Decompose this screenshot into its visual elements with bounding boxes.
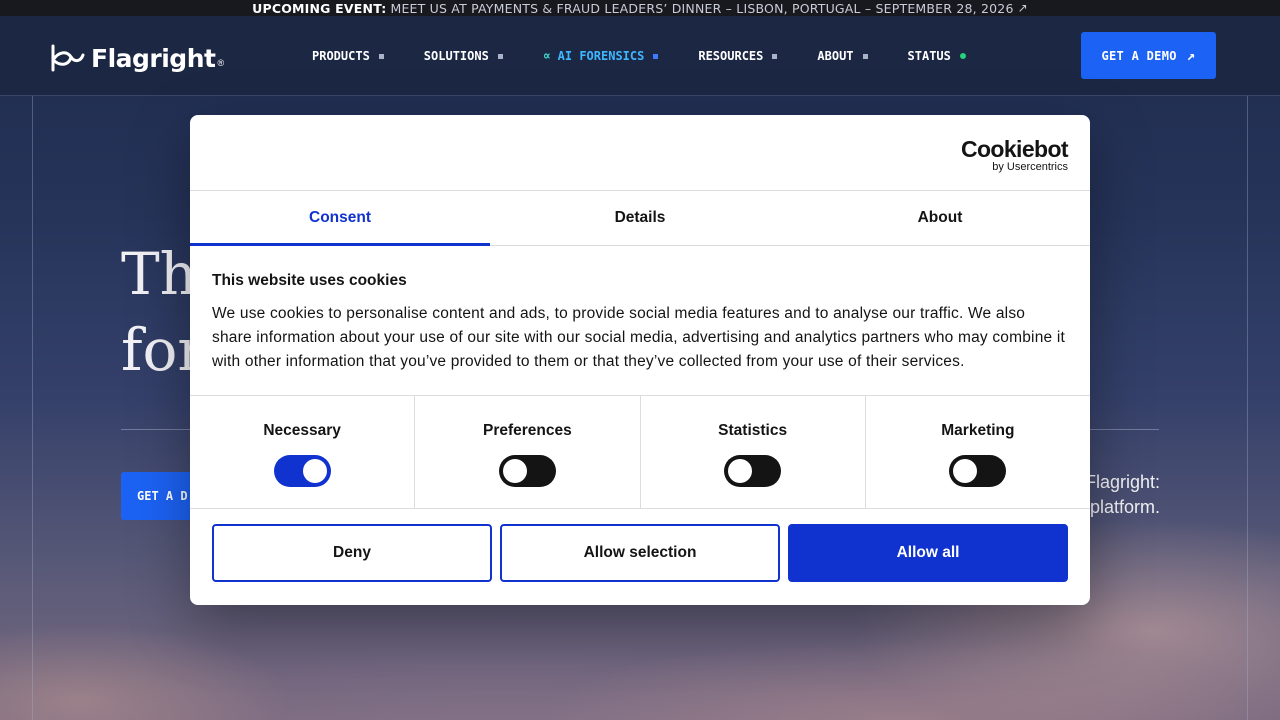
- allow-selection-button[interactable]: Allow selection: [500, 524, 780, 582]
- square-bullet-icon: [497, 53, 503, 59]
- cookie-tabs: Consent Details About: [190, 191, 1090, 246]
- hero-get-demo-label: GET A D: [137, 489, 188, 503]
- square-bullet-icon: [772, 53, 778, 59]
- toggle-label: Necessary: [263, 422, 341, 439]
- toggle-group-statistics: Statistics: [641, 396, 866, 508]
- cookie-dialog-header: Cookiebot by Usercentrics: [190, 115, 1090, 191]
- cookie-dialog-body: This website uses cookies We use cookies…: [190, 246, 1090, 396]
- square-bullet-icon: [378, 53, 384, 59]
- main-menu: PRODUCTS SOLUTIONS ∝ AI FORENSICS RESOUR…: [312, 16, 1006, 96]
- toggle-group-necessary: Necessary: [190, 396, 416, 508]
- menu-item-solutions[interactable]: SOLUTIONS: [424, 49, 503, 63]
- square-bullet-icon: [862, 53, 868, 59]
- ai-forensics-icon: ∝: [542, 48, 551, 64]
- cookie-category-toggles: Necessary Preferences Statistics Marketi…: [190, 396, 1090, 509]
- frame-line-right: [1247, 96, 1248, 720]
- registered-mark: ®: [217, 58, 225, 68]
- toggle-knob: [728, 459, 753, 483]
- menu-item-status[interactable]: STATUS: [908, 49, 966, 63]
- toggle-label: Preferences: [482, 422, 572, 439]
- toggle-knob: [302, 459, 327, 483]
- cookie-dialog-text: We use cookies to personalise content an…: [212, 305, 1066, 370]
- status-ok-icon: [959, 53, 966, 59]
- frame-line-left: [32, 96, 33, 720]
- cookie-dialog-title: This website uses cookies: [212, 272, 407, 289]
- menu-item-label: STATUS: [907, 49, 951, 63]
- toggle-knob: [502, 459, 527, 483]
- menu-item-label: SOLUTIONS: [423, 49, 489, 63]
- announcement-lead: UPCOMING EVENT:: [252, 0, 387, 16]
- arrow-up-right-icon: ↗: [1186, 47, 1196, 64]
- tab-details[interactable]: Details: [490, 191, 790, 245]
- cookiebot-logo-sub: by Usercentrics: [992, 161, 1068, 173]
- flagright-logo[interactable]: Flagright ®: [49, 43, 224, 73]
- necessary-toggle[interactable]: [273, 455, 331, 487]
- get-a-demo-button[interactable]: GET A DEMO ↗: [1081, 32, 1216, 79]
- cookiebot-logo-name: Cookiebot: [960, 136, 1069, 162]
- arrow-up-right-icon: ↗: [1017, 1, 1028, 15]
- menu-item-products[interactable]: PRODUCTS: [312, 49, 384, 63]
- menu-item-label: ABOUT: [817, 49, 854, 63]
- menu-item-resources[interactable]: RESOURCES: [698, 49, 778, 63]
- announcement-text[interactable]: MEET US AT PAYMENTS & FRAUD LEADERS’ DIN…: [390, 1, 1013, 16]
- get-a-demo-label: GET A DEMO: [1101, 48, 1177, 63]
- top-navigation: Flagright ® PRODUCTS SOLUTIONS ∝ AI FORE…: [0, 16, 1280, 96]
- announcement-bar[interactable]: UPCOMING EVENT: MEET US AT PAYMENTS & FR…: [0, 0, 1280, 16]
- toggle-group-preferences: Preferences: [415, 396, 641, 508]
- marketing-toggle[interactable]: [949, 455, 1007, 487]
- menu-item-label: AI FORENSICS: [557, 49, 645, 63]
- menu-item-label: RESOURCES: [698, 49, 764, 63]
- preferences-toggle[interactable]: [498, 455, 556, 487]
- deny-button[interactable]: Deny: [212, 524, 492, 582]
- tab-consent[interactable]: Consent: [190, 191, 490, 246]
- tab-about[interactable]: About: [790, 191, 1090, 245]
- toggle-group-marketing: Marketing: [866, 396, 1090, 508]
- statistics-toggle[interactable]: [724, 455, 782, 487]
- toggle-label: Marketing: [941, 422, 1015, 439]
- cookiebot-logo[interactable]: Cookiebot by Usercentrics: [960, 136, 1069, 173]
- cookie-button-row: Deny Allow selection Allow all: [190, 509, 1090, 582]
- toggle-knob: [953, 459, 978, 483]
- menu-item-ai-forensics[interactable]: ∝ AI FORENSICS: [543, 49, 659, 64]
- menu-item-label: PRODUCTS: [312, 49, 370, 63]
- menu-item-about[interactable]: ABOUT: [817, 49, 868, 63]
- toggle-label: Statistics: [718, 422, 788, 439]
- logo-wordmark: Flagright: [91, 43, 216, 73]
- cookie-consent-dialog: Cookiebot by Usercentrics Consent Detail…: [190, 115, 1090, 605]
- flagright-logo-icon: [51, 44, 85, 72]
- allow-all-button[interactable]: Allow all: [788, 524, 1068, 582]
- square-bullet-icon: [653, 53, 659, 59]
